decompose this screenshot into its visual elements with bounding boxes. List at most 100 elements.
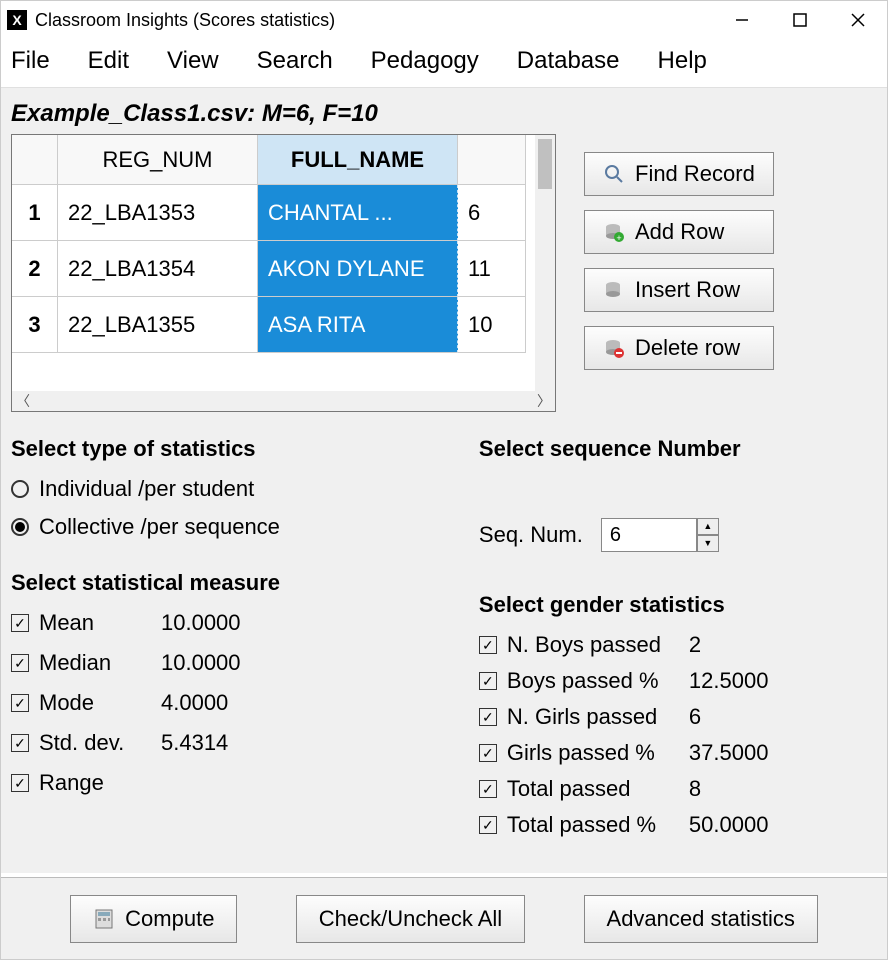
sequence-down-button[interactable]: ▼: [697, 535, 719, 552]
data-table[interactable]: REG_NUM FULL_NAME 1 22_LBA1353 CHANTAL .…: [11, 134, 556, 412]
minimize-icon: [735, 13, 749, 27]
check-all-label: Check/Uncheck All: [319, 906, 502, 932]
table-header-blank[interactable]: [12, 135, 58, 185]
radio-collective[interactable]: Collective /per sequence: [11, 514, 449, 540]
menu-search[interactable]: Search: [257, 47, 333, 75]
file-summary: Example_Class1.csv: M=6, F=10: [11, 100, 877, 128]
compute-button[interactable]: Compute: [70, 895, 237, 943]
table-cell-reg[interactable]: 22_LBA1354: [58, 241, 258, 297]
table-cell-score[interactable]: 10: [458, 297, 526, 353]
advanced-button[interactable]: Advanced statistics: [584, 895, 818, 943]
window-title: Classroom Insights (Scores statistics): [35, 10, 335, 31]
table-cell-name[interactable]: AKON DYLANE: [258, 241, 458, 297]
radio-individual[interactable]: Individual /per student: [11, 476, 449, 502]
sequence-title: Select sequence Number: [479, 436, 877, 462]
radio-collective-label: Collective /per sequence: [39, 514, 280, 540]
menu-database[interactable]: Database: [517, 47, 620, 75]
db-add-icon: +: [603, 221, 625, 243]
table-cell-reg[interactable]: 22_LBA1353: [58, 185, 258, 241]
gender-value: 12.5000: [689, 668, 799, 694]
table-cell-name[interactable]: ASA RITA: [258, 297, 458, 353]
find-record-label: Find Record: [635, 161, 755, 187]
compute-label: Compute: [125, 906, 214, 932]
sequence-up-button[interactable]: ▲: [697, 518, 719, 535]
table-cell-reg[interactable]: 22_LBA1355: [58, 297, 258, 353]
menu-edit[interactable]: Edit: [88, 47, 129, 75]
stats-type-title: Select type of statistics: [11, 436, 449, 462]
table-row-num[interactable]: 2: [12, 241, 58, 297]
checkbox-icon: [479, 672, 497, 690]
measure-median[interactable]: Median: [11, 650, 161, 676]
content-area: Example_Class1.csv: M=6, F=10 REG_NUM FU…: [1, 87, 887, 873]
bottom-bar: Compute Check/Uncheck All Advanced stati…: [1, 877, 887, 959]
measures-title: Select statistical measure: [11, 570, 449, 596]
table-row-num[interactable]: 3: [12, 297, 58, 353]
sequence-input[interactable]: [601, 518, 697, 552]
table-header-regnum[interactable]: REG_NUM: [58, 135, 258, 185]
scroll-right-icon[interactable]: 〉: [537, 391, 551, 411]
gender-total-passed[interactable]: Total passed: [479, 776, 689, 802]
measure-range[interactable]: Range: [11, 770, 161, 796]
menu-help[interactable]: Help: [658, 47, 707, 75]
measure-mean[interactable]: Mean: [11, 610, 161, 636]
gender-label: N. Girls passed: [507, 704, 657, 730]
delete-row-button[interactable]: Delete row: [584, 326, 774, 370]
scroll-left-icon[interactable]: 〈: [16, 391, 30, 411]
db-delete-icon: [603, 337, 625, 359]
measure-label: Range: [39, 770, 104, 796]
checkbox-icon: [11, 694, 29, 712]
gender-label: N. Boys passed: [507, 632, 661, 658]
measure-value: 10.0000: [161, 610, 301, 636]
close-button[interactable]: [829, 1, 887, 39]
menu-file[interactable]: File: [11, 47, 50, 75]
gender-n-boys-passed[interactable]: N. Boys passed: [479, 632, 689, 658]
gender-total-passed-[interactable]: Total passed %: [479, 812, 689, 838]
table-header-score[interactable]: [458, 135, 526, 185]
minimize-button[interactable]: [713, 1, 771, 39]
insert-row-button[interactable]: Insert Row: [584, 268, 774, 312]
checkbox-icon: [479, 780, 497, 798]
radio-individual-label: Individual /per student: [39, 476, 254, 502]
table-cell-score[interactable]: 6: [458, 185, 526, 241]
menubar: File Edit View Search Pedagogy Database …: [1, 39, 887, 87]
table-cell-name[interactable]: CHANTAL ...: [258, 185, 458, 241]
measure-label: Median: [39, 650, 111, 676]
gender-boys-passed-[interactable]: Boys passed %: [479, 668, 689, 694]
svg-text:+: +: [616, 233, 621, 242]
gender-label: Boys passed %: [507, 668, 659, 694]
checkbox-icon: [479, 708, 497, 726]
add-row-button[interactable]: + Add Row: [584, 210, 774, 254]
gender-value: 37.5000: [689, 740, 799, 766]
app-icon: X: [7, 10, 27, 30]
radio-icon: [11, 518, 29, 536]
measure-mode[interactable]: Mode: [11, 690, 161, 716]
gender-n-girls-passed[interactable]: N. Girls passed: [479, 704, 689, 730]
menu-pedagogy[interactable]: Pedagogy: [371, 47, 479, 75]
gender-girls-passed-[interactable]: Girls passed %: [479, 740, 689, 766]
gender-value: 2: [689, 632, 799, 658]
checkbox-icon: [11, 654, 29, 672]
maximize-button[interactable]: [771, 1, 829, 39]
menu-view[interactable]: View: [167, 47, 219, 75]
horizontal-scrollbar[interactable]: 〈 〉: [12, 391, 555, 411]
measure-std-dev-[interactable]: Std. dev.: [11, 730, 161, 756]
gender-label: Total passed: [507, 776, 631, 802]
gender-label: Girls passed %: [507, 740, 655, 766]
checkbox-icon: [11, 734, 29, 752]
gender-label: Total passed %: [507, 812, 656, 838]
vertical-scrollbar[interactable]: [535, 135, 555, 391]
measure-value: 5.4314: [161, 730, 301, 756]
check-all-button[interactable]: Check/Uncheck All: [296, 895, 525, 943]
db-insert-icon: [603, 279, 625, 301]
measure-label: Mode: [39, 690, 94, 716]
radio-icon: [11, 480, 29, 498]
sequence-label: Seq. Num.: [479, 522, 583, 548]
insert-row-label: Insert Row: [635, 277, 740, 303]
table-row-num[interactable]: 1: [12, 185, 58, 241]
advanced-label: Advanced statistics: [607, 906, 795, 932]
measure-label: Mean: [39, 610, 94, 636]
find-record-button[interactable]: Find Record: [584, 152, 774, 196]
table-cell-score[interactable]: 11: [458, 241, 526, 297]
search-icon: [603, 163, 625, 185]
table-header-fullname[interactable]: FULL_NAME: [258, 135, 458, 185]
